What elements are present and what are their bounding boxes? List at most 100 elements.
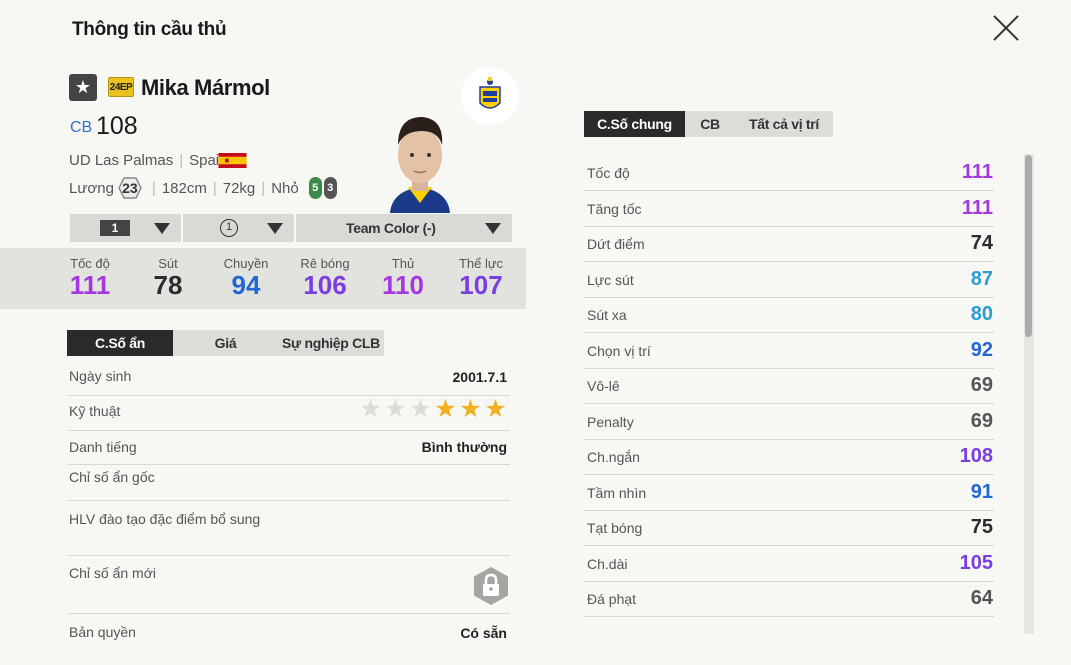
attribute-value: 74 [970, 232, 993, 254]
attribute-row: Tăng tốc 111 [584, 191, 994, 227]
coach-row: HLV đào tạo đặc điểm bổ sung [68, 501, 510, 556]
star-empty-icon: ★ [384, 395, 407, 423]
birth-value: 2001.7.1 [452, 369, 508, 385]
attribute-row: Sút xa 80 [584, 297, 994, 333]
base-hidden-row: Chỉ số ẩn gốc [68, 465, 510, 501]
team-color-value: Team Color (-) [346, 220, 436, 236]
attribute-label: Ch.ngắn [587, 449, 640, 465]
coach-label: HLV đào tạo đặc điểm bổ sung [69, 511, 261, 527]
lock-icon[interactable] [472, 566, 510, 606]
player-photo [390, 117, 450, 213]
team-color-dropdown[interactable]: Team Color (-) [296, 214, 512, 242]
star-filled-icon: ★ [459, 395, 482, 423]
attribute-value: 75 [970, 516, 993, 538]
stat-value: 78 [153, 270, 183, 300]
stat-physical: Thể lực 107 [446, 256, 516, 299]
base-hidden-label: Chỉ số ẩn gốc [69, 469, 155, 485]
grade-dropdown[interactable]: 1 [183, 214, 294, 242]
attribute-row: Dứt điểm 74 [584, 226, 994, 262]
fame-label: Danh tiếng [69, 439, 137, 455]
star-empty-icon: ★ [359, 395, 382, 423]
attribute-label: Tạt bóng [587, 520, 643, 536]
club-nation-row: UD Las Palmas | Spain [69, 152, 228, 169]
attribute-value: 105 [959, 552, 993, 574]
club-logo [461, 67, 519, 125]
attribute-value: 111 [961, 161, 993, 183]
attribute-value: 69 [970, 374, 993, 396]
chevron-down-icon [267, 223, 283, 234]
attribute-value: 108 [959, 445, 993, 467]
grade-value: 1 [220, 219, 238, 237]
attribute-label: Penalty [587, 414, 634, 430]
attribute-row: Vô-lê 69 [584, 368, 994, 404]
chevron-down-icon [154, 223, 170, 234]
attribute-label: Tăng tốc [587, 201, 642, 217]
attribute-label: Tốc độ [587, 165, 630, 181]
attribute-value: 87 [970, 268, 993, 290]
attribute-label: Sút xa [587, 307, 627, 323]
birth-row: Ngày sinh 2001.7.1 [68, 362, 510, 396]
overall-rating: 108 [96, 112, 138, 140]
stat-passing: Chuyền 94 [211, 256, 281, 299]
fame-row: Danh tiếng Bình thường [68, 431, 510, 465]
license-row: Bản quyền Có sẵn [68, 614, 510, 650]
new-hidden-label: Chỉ số ẩn mới [69, 565, 156, 581]
attribute-row: Chọn vị trí 92 [584, 333, 994, 369]
fame-value: Bình thường [421, 439, 507, 455]
attribute-row: Ch.dài 105 [584, 546, 994, 582]
tab-club-career[interactable]: Sự nghiệp CLB [278, 330, 384, 356]
salary-badge: 23 [118, 177, 142, 199]
attribute-row: Penalty 69 [584, 404, 994, 440]
position-label: CB [70, 119, 93, 136]
star-filled-icon: ★ [484, 395, 507, 423]
tab-hidden-stats[interactable]: C.Số ẩn [67, 330, 173, 356]
attribute-value: 92 [970, 339, 993, 361]
level-dropdown[interactable]: 1 [70, 214, 181, 242]
weak-foot-right-badge: 3 [323, 177, 337, 199]
attribute-row: Tốc độ 111 [584, 155, 994, 191]
season-badge: 24EP [108, 77, 134, 97]
attribute-row: Đá phạt 64 [584, 581, 994, 617]
page-title: Thông tin cầu thủ [72, 19, 227, 40]
favorite-star-icon[interactable]: ★ [69, 74, 97, 101]
summary-stats-bar: Tốc độ 111 Sút 78 Chuyền 94 Rê bóng 106 … [0, 248, 526, 309]
attribute-label: Chọn vị trí [587, 343, 651, 359]
stat-value: 107 [459, 270, 503, 300]
birth-label: Ngày sinh [69, 368, 132, 384]
attribute-row: Ch.ngắn 108 [584, 439, 994, 475]
weight-value: 72kg [222, 179, 256, 197]
body-type: Nhỏ [271, 179, 299, 197]
tab-price[interactable]: Giá [173, 330, 278, 356]
star-filled-icon: ★ [434, 395, 457, 423]
stat-value: 110 [382, 270, 424, 300]
stat-pace: Tốc độ 111 [55, 256, 125, 299]
right-tab-bar: C.Số chung CB Tất cả vị trí [584, 111, 833, 137]
attribute-label: Dứt điểm [587, 236, 645, 252]
attribute-value: 91 [970, 481, 993, 503]
attribute-label: Ch.dài [587, 556, 628, 572]
attribute-row: Tầm nhìn 91 [584, 475, 994, 511]
spain-flag-icon [218, 153, 247, 168]
stat-shooting: Sút 78 [133, 256, 203, 299]
weak-foot-left-badge: 5 [308, 177, 322, 199]
scrollbar-thumb[interactable] [1025, 155, 1032, 337]
player-name: Mika Mármol [141, 75, 270, 100]
height-value: 182cm [161, 179, 207, 197]
attribute-row: Lực sút 87 [584, 262, 994, 298]
attribute-value: 80 [970, 303, 993, 325]
attribute-value: 111 [961, 197, 993, 219]
close-icon[interactable] [989, 11, 1023, 45]
tab-general-stats[interactable]: C.Số chung [584, 111, 685, 137]
tab-position-cb[interactable]: CB [685, 111, 735, 137]
stat-value: 111 [69, 270, 111, 300]
stat-defending: Thủ 110 [368, 256, 438, 299]
star-empty-icon: ★ [409, 395, 432, 423]
skill-row: Kỹ thuật ★ ★ ★ ★ ★ ★ [68, 396, 510, 431]
attribute-value: 64 [970, 587, 993, 609]
stat-value: 94 [231, 270, 261, 300]
skill-label: Kỹ thuật [69, 403, 121, 419]
salary-label: Lương [69, 179, 114, 197]
tab-all-positions[interactable]: Tất cả vị trí [735, 111, 833, 137]
left-tab-bar: C.Số ẩn Giá Sự nghiệp CLB [67, 330, 384, 356]
license-label: Bản quyền [69, 624, 136, 640]
